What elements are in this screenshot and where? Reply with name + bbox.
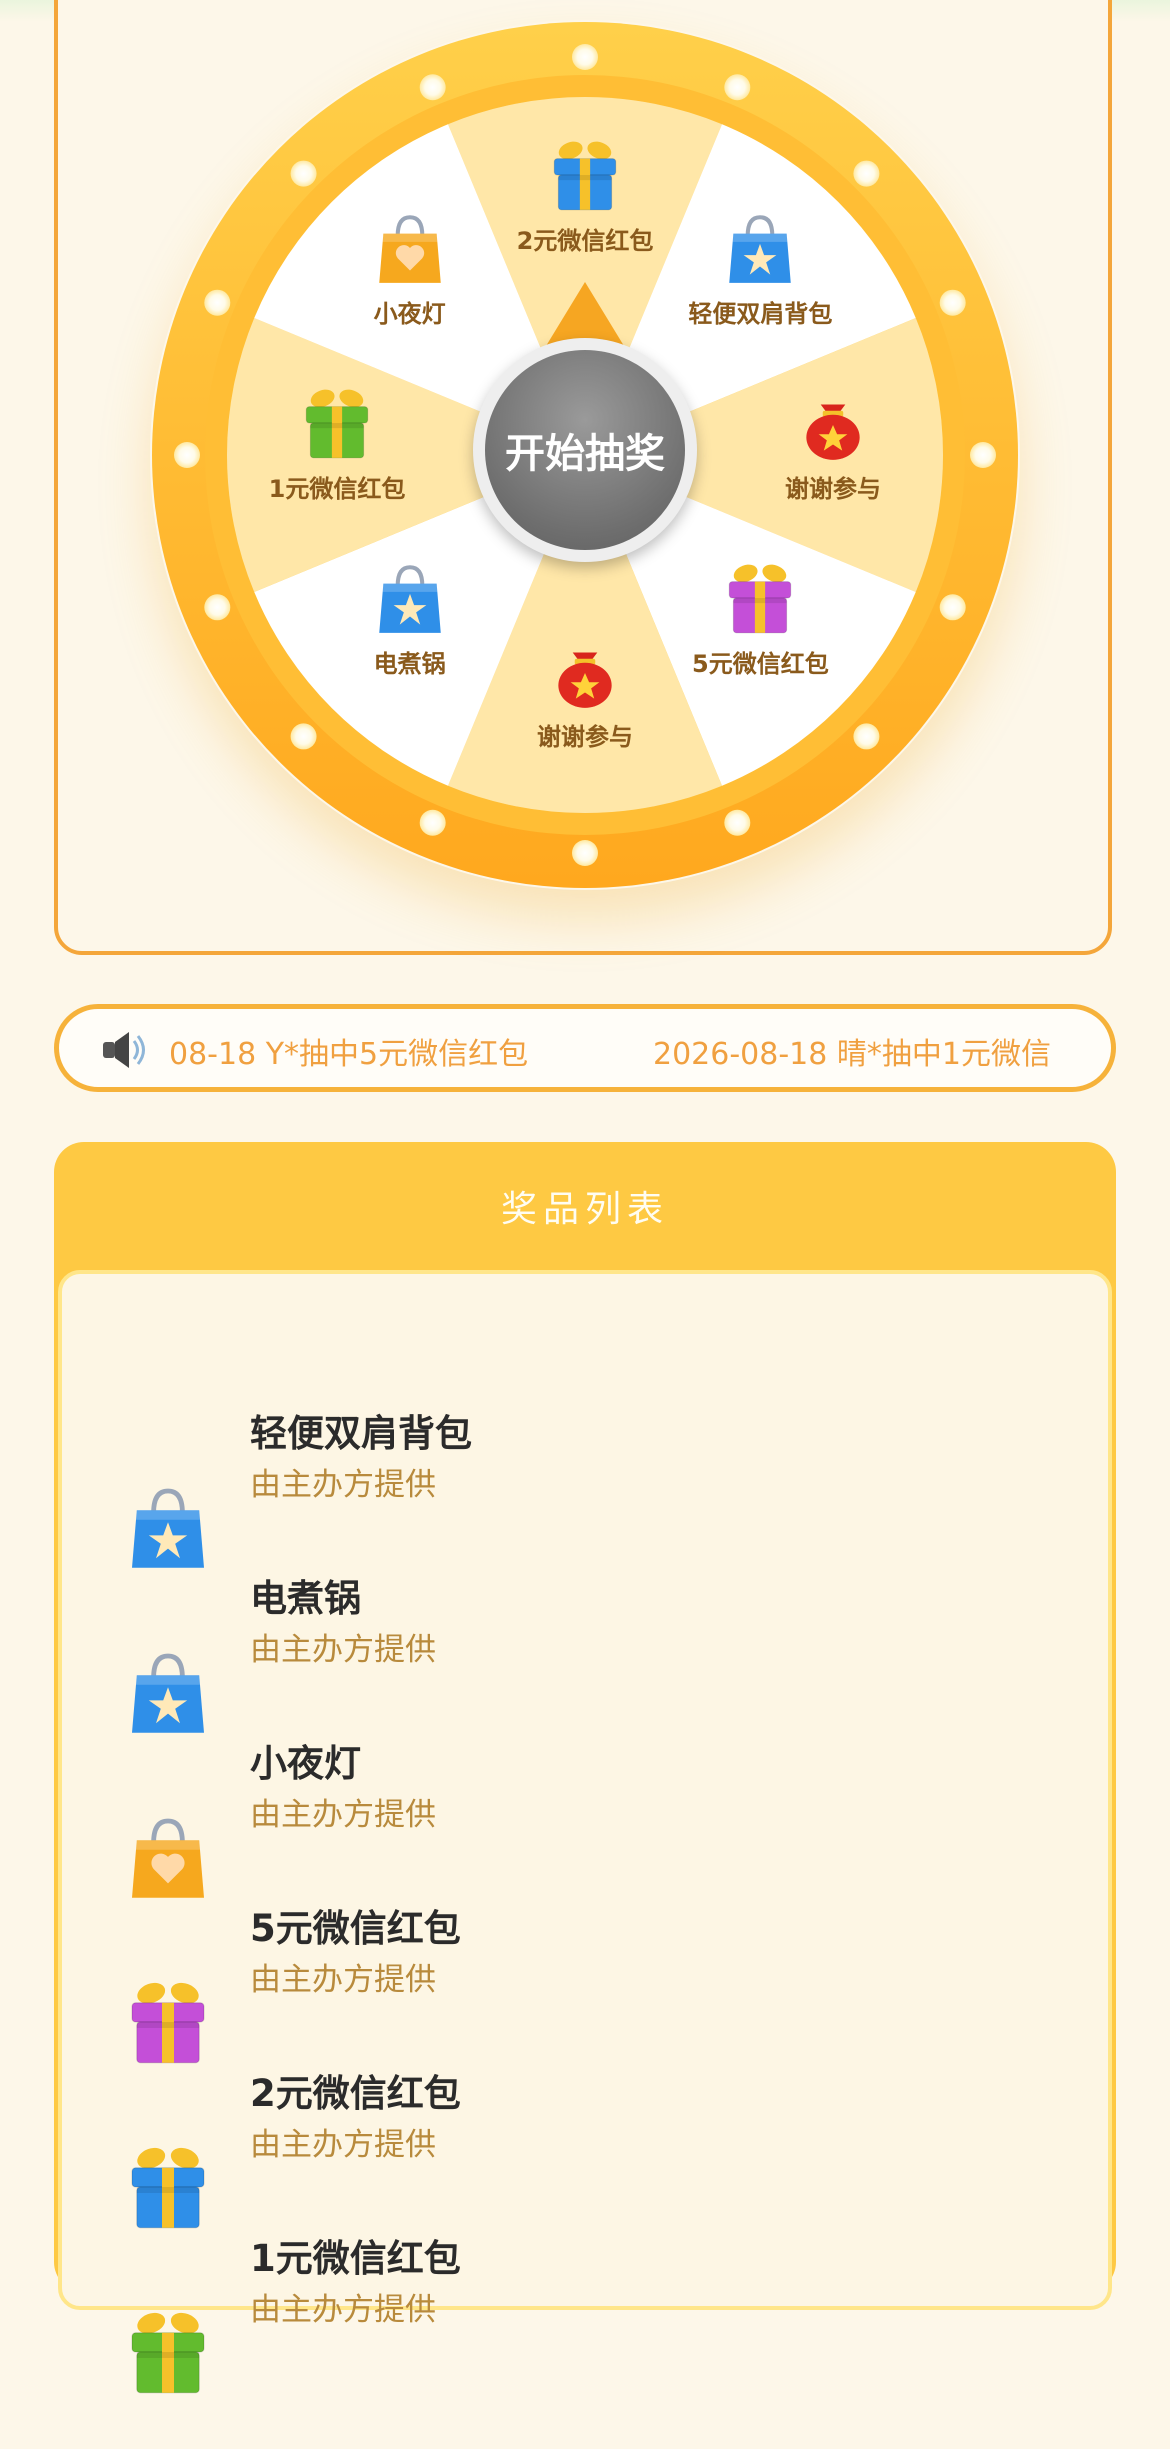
winner-marquee: 08-18 Y*抽中5元微信红包 2026-08-18 晴*抽中1元微信 — [54, 1004, 1116, 1092]
prize-name: 5元微信红包 — [250, 1907, 461, 1950]
prize-name: 1元微信红包 — [250, 2237, 461, 2280]
gift-box-purple-icon — [120, 1974, 216, 2074]
prize-list-item: 2元微信红包 由主办方提供 — [62, 2072, 1108, 2284]
prize-list-item: 5元微信红包 由主办方提供 — [62, 1907, 1108, 2119]
wheel-light-bulb — [853, 723, 880, 750]
wheel-light-bulb — [724, 809, 751, 836]
prize-list-item: 小夜灯 由主办方提供 — [62, 1742, 1108, 1954]
shopping-bag-blue-icon — [120, 1479, 216, 1579]
start-lottery-label: 开始抽奖 — [485, 350, 685, 550]
shopping-bag-orange-icon — [369, 207, 451, 293]
wheel-light-bulb — [853, 160, 880, 187]
wheel-light-bulb — [572, 840, 598, 866]
prize-name: 小夜灯 — [250, 1742, 361, 1785]
shopping-bag-blue-icon — [369, 557, 451, 643]
prize-provider: 由主办方提供 — [250, 2127, 436, 2163]
wheel-prize-label: 小夜灯 — [373, 299, 446, 328]
wheel-prize-label: 电煮锅 — [373, 650, 446, 679]
wheel-prize-label: 谢谢参与 — [537, 723, 633, 751]
speaker-icon — [103, 1032, 145, 1068]
wheel-light-bulb — [724, 74, 751, 101]
prize-list-item: 轻便双肩背包 由主办方提供 — [62, 1412, 1108, 1624]
marquee-message: 08-18 Y*抽中5元微信红包 — [169, 1037, 529, 1072]
prize-list-panel: 奖品列表 轻便双肩背包 由主办方提供 电煮锅 由主办方提供 小夜灯 由主办方提供… — [54, 1142, 1116, 2394]
wheel-light-bulb — [204, 594, 231, 621]
gift-box-purple-icon — [719, 557, 801, 643]
red-lucky-bag-icon — [792, 382, 874, 468]
shopping-bag-blue-icon — [719, 207, 801, 293]
prize-list-item: 电煮锅 由主办方提供 — [62, 1577, 1108, 1789]
shopping-bag-orange-icon — [120, 1809, 216, 1909]
wheel-prize-label: 谢谢参与 — [785, 475, 881, 503]
prize-list-item: 1元微信红包 由主办方提供 — [62, 2237, 1108, 2449]
gift-box-blue-icon — [120, 2139, 216, 2239]
prize-name: 轻便双肩背包 — [250, 1412, 472, 1455]
prize-provider: 由主办方提供 — [250, 1632, 436, 1668]
wheel-light-bulb — [419, 809, 446, 836]
prize-provider: 由主办方提供 — [250, 1797, 436, 1833]
prize-list: 轻便双肩背包 由主办方提供 电煮锅 由主办方提供 小夜灯 由主办方提供 5元微信… — [58, 1270, 1112, 2394]
red-lucky-bag-icon — [544, 630, 626, 716]
wheel-light-bulb — [970, 442, 996, 468]
wheel-prize-label: 1元微信红包 — [268, 475, 406, 503]
gift-box-blue-icon — [544, 134, 626, 220]
start-lottery-button[interactable]: 开始抽奖 — [473, 338, 697, 562]
shopping-bag-blue-icon — [120, 1644, 216, 1744]
wheel-light-bulb — [174, 442, 200, 468]
wheel-pointer — [546, 282, 624, 346]
prize-list-title: 奖品列表 — [500, 1189, 669, 1230]
wheel-prize-label: 2元微信红包 — [516, 227, 654, 255]
wheel-prize-label: 轻便双肩背包 — [688, 299, 833, 328]
wheel-light-bulb — [939, 289, 966, 316]
marquee-message: 2026-08-18 晴*抽中1元微信 — [653, 1037, 1051, 1072]
wheel-light-bulb — [204, 289, 231, 316]
wheel-light-bulb — [290, 723, 317, 750]
gift-box-green-icon — [120, 2304, 216, 2404]
wheel-light-bulb — [572, 44, 598, 70]
prize-name: 电煮锅 — [250, 1577, 361, 1620]
prize-provider: 由主办方提供 — [250, 2292, 436, 2328]
gift-box-green-icon — [296, 382, 378, 468]
prize-name: 2元微信红包 — [250, 2072, 461, 2115]
prize-provider: 由主办方提供 — [250, 1962, 436, 1998]
wheel-light-bulb — [290, 160, 317, 187]
wheel-light-bulb — [419, 74, 446, 101]
prize-provider: 由主办方提供 — [250, 1467, 436, 1503]
wheel-light-bulb — [939, 594, 966, 621]
wheel-prize-label: 5元微信红包 — [692, 650, 829, 679]
